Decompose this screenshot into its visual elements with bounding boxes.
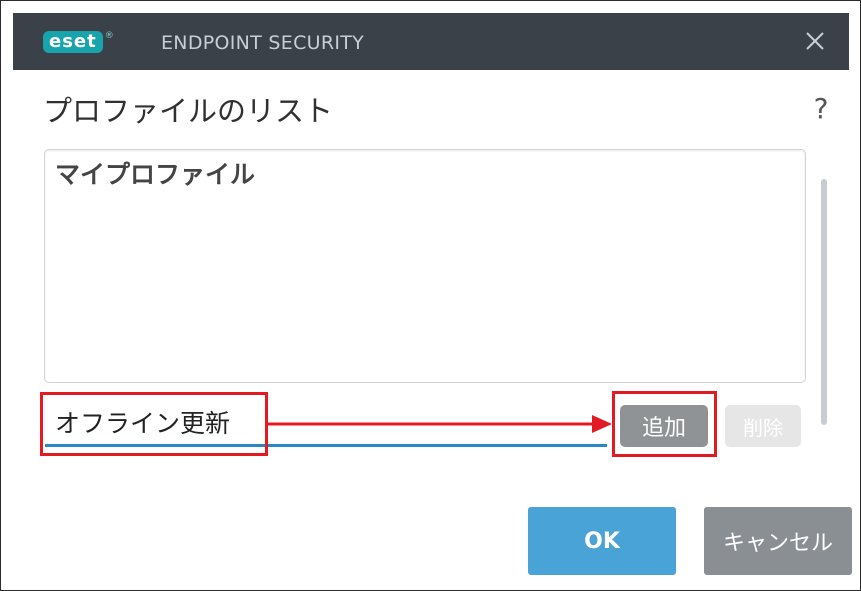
page-title: プロファイルのリスト: [43, 94, 334, 128]
window-title: ENDPOINT SECURITY: [161, 32, 365, 54]
logo-text: eset: [43, 31, 103, 53]
ok-button[interactable]: OK: [528, 507, 676, 575]
delete-button: 削除: [725, 405, 801, 447]
profile-list[interactable]: マイプロファイル: [44, 149, 806, 383]
annotation-arrow-icon: [268, 415, 612, 433]
list-item[interactable]: マイプロファイル: [45, 150, 805, 200]
add-button[interactable]: 追加: [620, 405, 708, 447]
scrollbar[interactable]: [821, 179, 827, 425]
eset-logo: eset ®: [43, 31, 114, 53]
title-bar: eset ® ENDPOINT SECURITY: [13, 13, 849, 70]
close-icon[interactable]: [801, 27, 829, 55]
cancel-button[interactable]: キャンセル: [704, 507, 852, 575]
logo-registered-mark: ®: [104, 31, 114, 41]
help-icon[interactable]: ?: [808, 89, 834, 129]
profile-list-dialog: eset ® ENDPOINT SECURITY プロファイルのリスト ? マイ…: [0, 0, 861, 591]
